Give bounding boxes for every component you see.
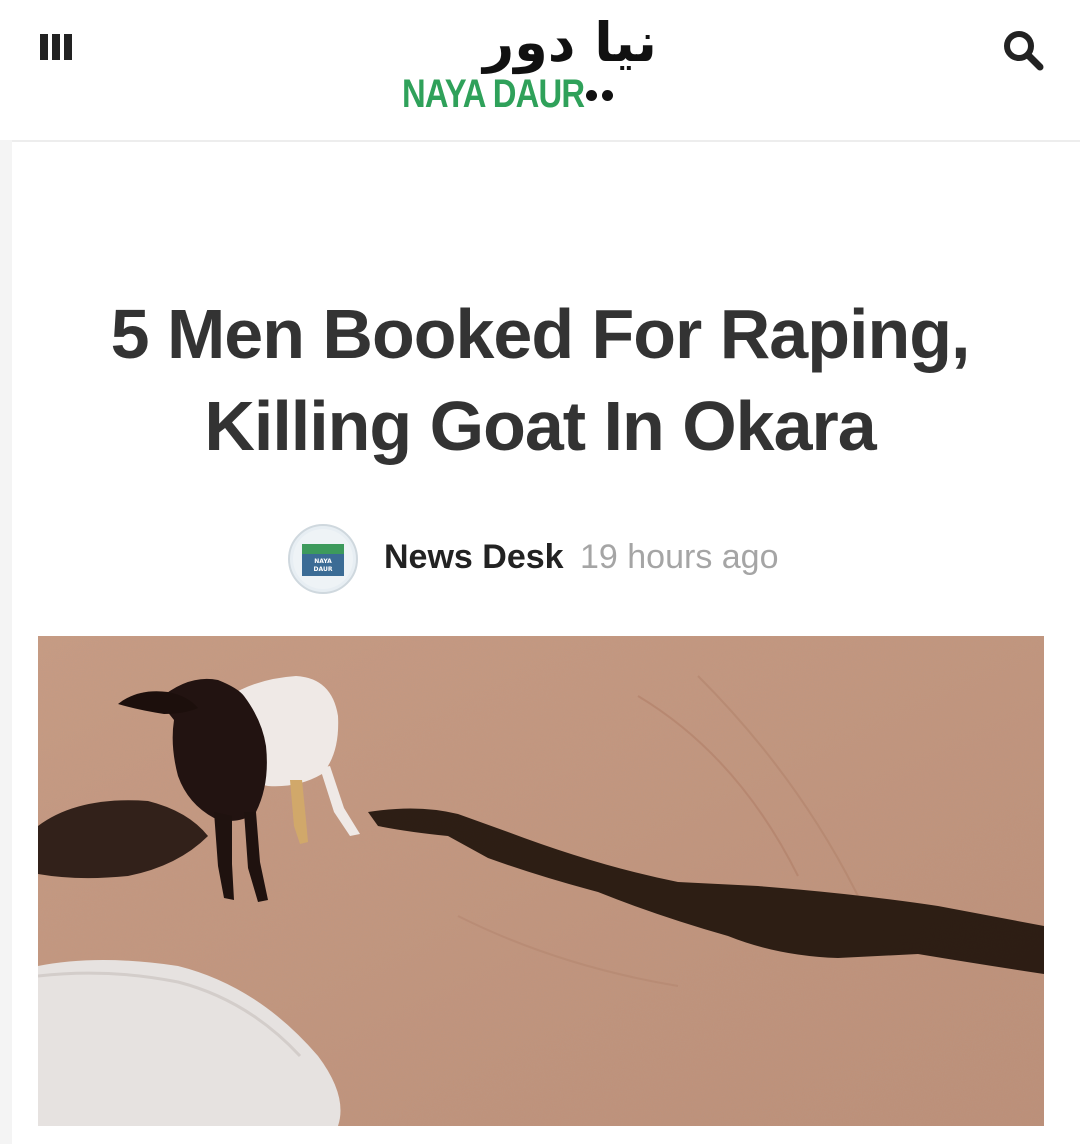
svg-text:NAYA: NAYA xyxy=(314,558,332,565)
logo-dots xyxy=(586,90,626,104)
page-edge xyxy=(0,140,12,1144)
author-avatar-logo: NAYA DAUR xyxy=(293,529,353,589)
article-title-line-2: Killing Goat In Okara xyxy=(204,387,876,465)
article-featured-image[interactable] xyxy=(38,636,1044,1126)
article-title-line-1: 5 Men Booked For Raping, xyxy=(110,295,971,373)
author-name[interactable]: News Desk xyxy=(384,538,564,577)
logo-urdu-text: نیا دور xyxy=(483,11,657,74)
logo-text: NAYA DAUR xyxy=(402,72,585,116)
svg-text:DAUR: DAUR xyxy=(314,566,333,573)
site-header: نیا دور NAYA DAUR xyxy=(0,0,1080,142)
author-avatar[interactable]: NAYA DAUR xyxy=(288,524,358,594)
hamburger-menu-icon[interactable] xyxy=(38,34,78,74)
article-title: 5 Men Booked For Raping, Killing Goat In… xyxy=(20,288,1060,472)
site-logo[interactable]: نیا دور NAYA DAUR xyxy=(380,8,700,118)
goat-photo xyxy=(38,636,1044,1126)
search-icon[interactable] xyxy=(998,24,1050,76)
publish-time: 19 hours ago xyxy=(580,538,779,576)
